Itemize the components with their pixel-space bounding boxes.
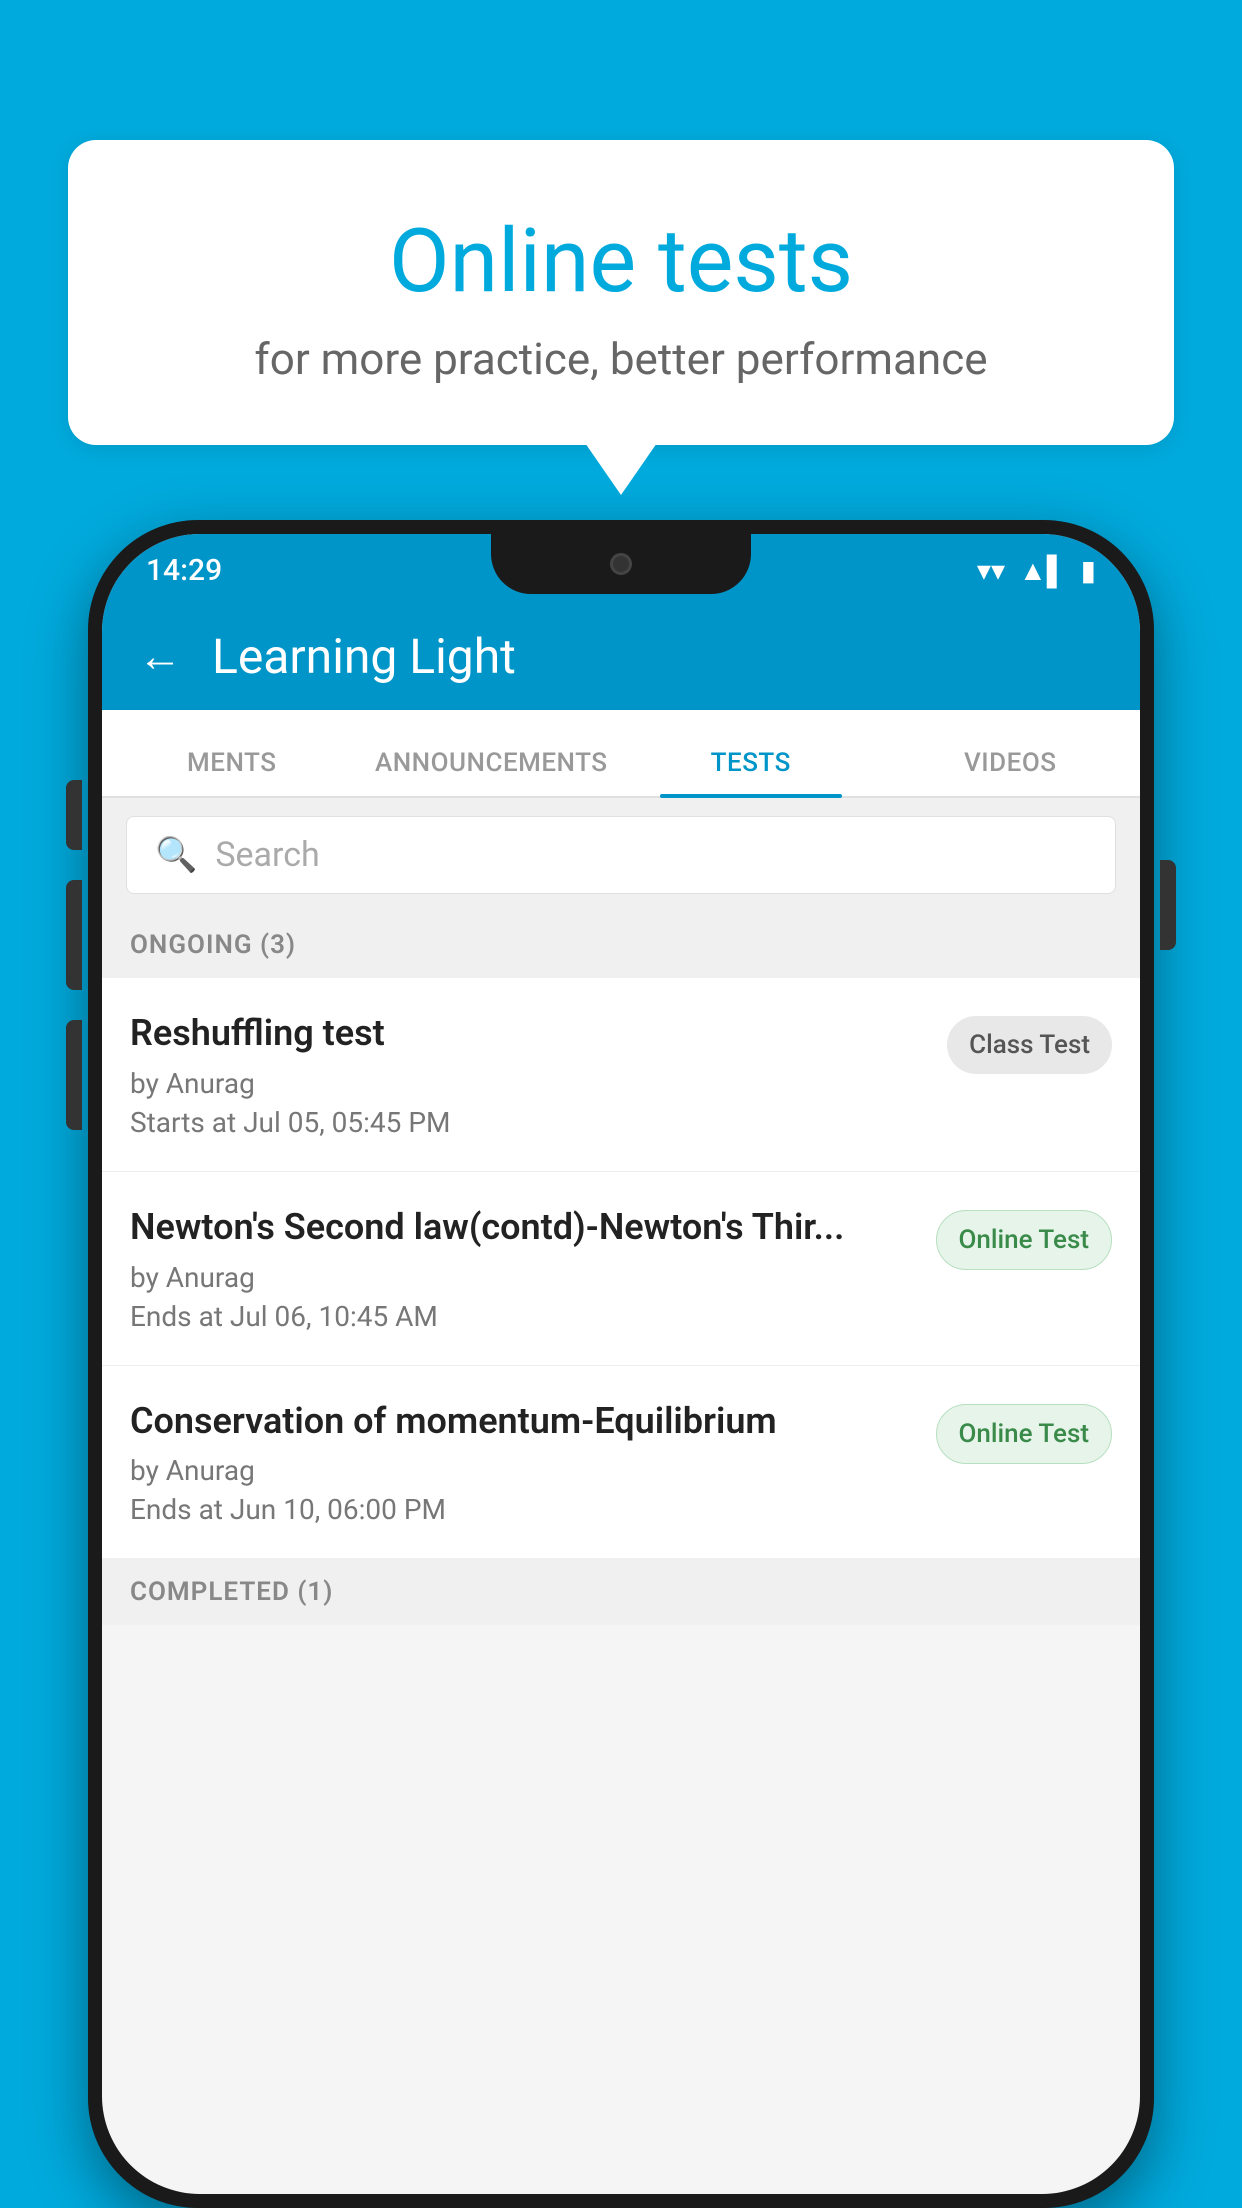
test-time-label: Starts at (130, 1106, 236, 1139)
test-author: by Anurag (130, 1261, 916, 1294)
test-author: by Anurag (130, 1067, 927, 1100)
tab-tests[interactable]: TESTS (621, 748, 881, 796)
test-item[interactable]: Reshuffling test by Anurag Starts at Jul… (102, 978, 1140, 1172)
app-header: ← Learning Light (102, 602, 1140, 710)
ongoing-section-header: ONGOING (3) (102, 912, 1140, 978)
tab-assignments[interactable]: MENTS (102, 748, 362, 796)
test-time-value: Jul 05, 05:45 PM (243, 1106, 450, 1139)
phone-frame: 14:29 ▾▾ ▲▌ ▮ ← Learning Light MENTS ANN… (88, 520, 1154, 2208)
test-name: Reshuffling test (130, 1010, 927, 1057)
badge-class-test: Class Test (947, 1016, 1112, 1074)
status-icons: ▾▾ ▲▌ ▮ (977, 554, 1096, 587)
screen-content: 14:29 ▾▾ ▲▌ ▮ ← Learning Light MENTS ANN… (102, 534, 1140, 2126)
completed-section-header: COMPLETED (1) (102, 1559, 1140, 1625)
search-bar[interactable]: 🔍 Search (126, 816, 1116, 894)
search-container: 🔍 Search (102, 798, 1140, 912)
tab-announcements[interactable]: ANNOUNCEMENTS (362, 748, 622, 796)
test-item[interactable]: Conservation of momentum-Equilibrium by … (102, 1366, 1140, 1560)
test-info: Conservation of momentum-Equilibrium by … (130, 1398, 916, 1527)
test-time: Ends at Jul 06, 10:45 AM (130, 1300, 916, 1333)
volume-up-button[interactable] (66, 880, 82, 990)
test-time: Starts at Jul 05, 05:45 PM (130, 1106, 927, 1139)
search-icon: 🔍 (155, 835, 197, 875)
test-info: Newton's Second law(contd)-Newton's Thir… (130, 1204, 916, 1333)
test-time: Ends at Jun 10, 06:00 PM (130, 1493, 916, 1526)
speech-bubble: Online tests for more practice, better p… (68, 140, 1174, 445)
badge-online-test: Online Test (936, 1210, 1113, 1270)
test-name: Conservation of momentum-Equilibrium (130, 1398, 916, 1445)
phone-screen: 14:29 ▾▾ ▲▌ ▮ ← Learning Light MENTS ANN… (102, 534, 1140, 2194)
test-time-label: Ends at (130, 1493, 223, 1526)
tabs-bar: MENTS ANNOUNCEMENTS TESTS VIDEOS (102, 710, 1140, 798)
speech-bubble-container: Online tests for more practice, better p… (68, 140, 1174, 445)
signal-icon: ▲▌ (1019, 554, 1067, 587)
silent-button[interactable] (66, 780, 82, 850)
test-info: Reshuffling test by Anurag Starts at Jul… (130, 1010, 927, 1139)
volume-down-button[interactable] (66, 1020, 82, 1130)
power-button[interactable] (1160, 860, 1176, 950)
phone-notch (491, 534, 751, 594)
badge-online-test: Online Test (936, 1404, 1113, 1464)
speech-bubble-subtitle: for more practice, better performance (128, 333, 1114, 385)
test-name: Newton's Second law(contd)-Newton's Thir… (130, 1204, 916, 1251)
test-author: by Anurag (130, 1454, 916, 1487)
front-camera (610, 553, 632, 575)
tests-list: Reshuffling test by Anurag Starts at Jul… (102, 978, 1140, 1559)
app-title: Learning Light (212, 628, 516, 685)
status-time: 14:29 (146, 553, 222, 588)
back-button[interactable]: ← (138, 634, 182, 678)
tab-videos[interactable]: VIDEOS (881, 748, 1141, 796)
test-time-value: Jun 10, 06:00 PM (230, 1493, 446, 1526)
search-input[interactable]: Search (215, 835, 319, 875)
battery-icon: ▮ (1081, 554, 1096, 587)
test-time-value: Jul 06, 10:45 AM (230, 1300, 438, 1333)
test-item[interactable]: Newton's Second law(contd)-Newton's Thir… (102, 1172, 1140, 1366)
speech-bubble-title: Online tests (128, 210, 1114, 313)
test-time-label: Ends at (130, 1300, 223, 1333)
wifi-icon: ▾▾ (977, 554, 1005, 587)
